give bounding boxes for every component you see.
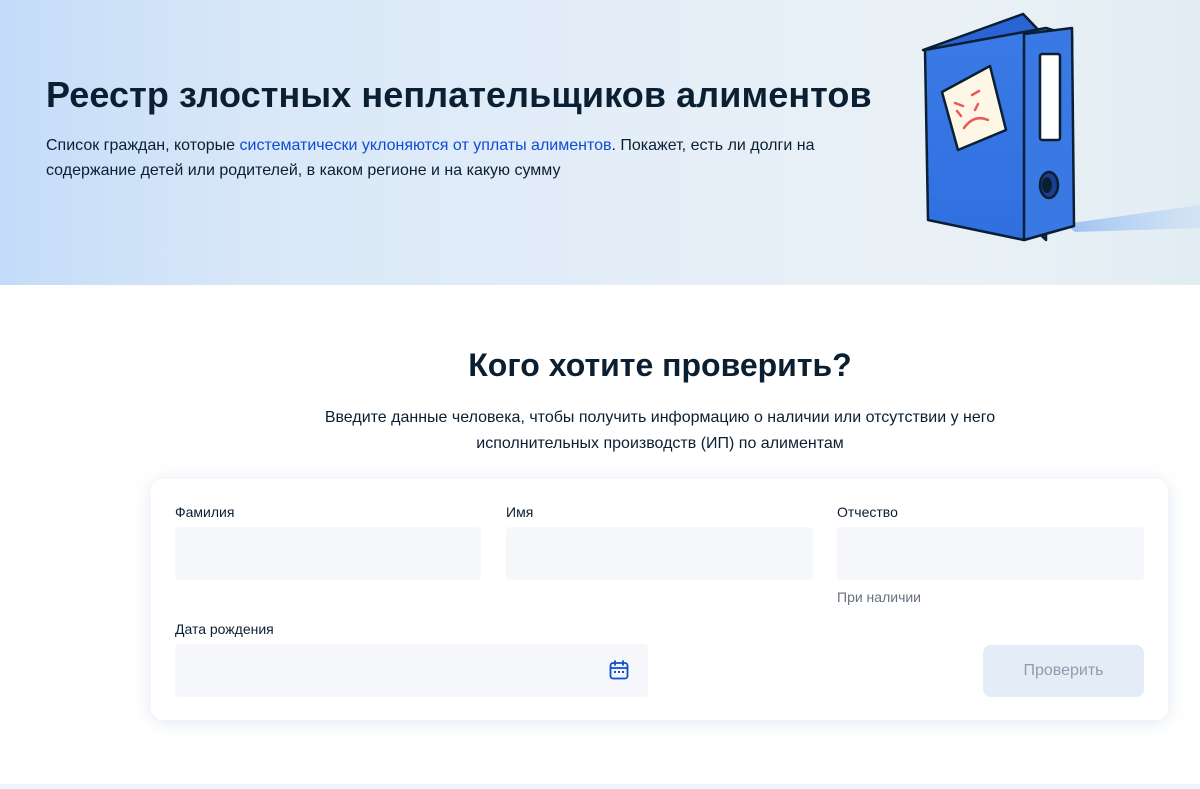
page-title: Реестр злостных неплательщиков алиментов bbox=[46, 74, 872, 115]
malicious-evasion-link[interactable]: систематически уклоняются от уплаты алим… bbox=[240, 137, 612, 154]
calendar-icon[interactable] bbox=[608, 659, 630, 681]
patronymic-input[interactable] bbox=[837, 527, 1144, 580]
surname-input[interactable] bbox=[175, 527, 481, 580]
name-input[interactable] bbox=[506, 527, 813, 580]
surname-label: Фамилия bbox=[175, 504, 235, 520]
patronymic-label: Отчество bbox=[837, 504, 898, 520]
search-form: Фамилия Имя Отчество При наличии Дата ро… bbox=[151, 479, 1168, 720]
hero-desc-start: Список граждан, которые bbox=[46, 137, 240, 154]
name-label: Имя bbox=[506, 504, 534, 520]
hero-description: Список граждан, которые систематически у… bbox=[46, 133, 836, 183]
form-section-title: Кого хотите проверить? bbox=[468, 347, 852, 383]
check-button[interactable]: Проверить bbox=[983, 645, 1144, 697]
birthdate-label: Дата рождения bbox=[175, 621, 274, 637]
patronymic-hint: При наличии bbox=[837, 589, 921, 605]
footer-divider bbox=[0, 784, 1200, 789]
binder-illustration bbox=[921, 12, 1200, 242]
birthdate-input[interactable] bbox=[175, 644, 648, 697]
form-section-subtitle: Введите данные человека, чтобы получить … bbox=[324, 409, 996, 452]
hero-banner: Реестр злостных неплательщиков алиментов… bbox=[0, 0, 1200, 285]
